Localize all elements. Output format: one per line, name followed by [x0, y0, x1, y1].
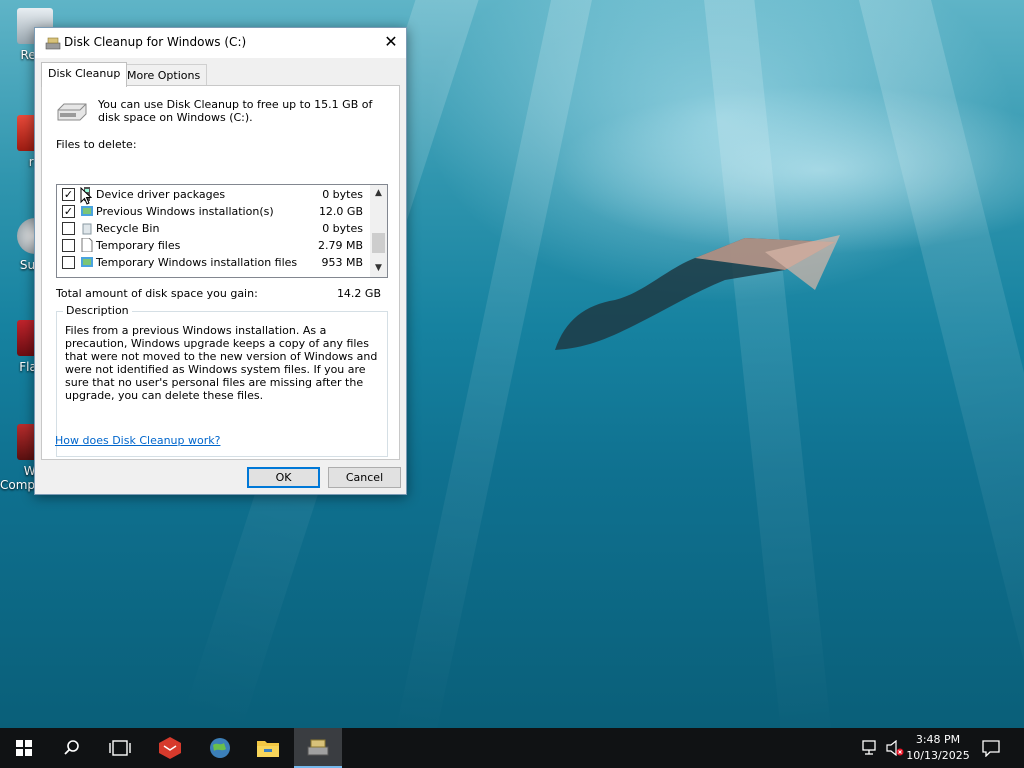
scroll-thumb[interactable]: [372, 233, 385, 253]
clock-time[interactable]: 3:48 PM: [906, 733, 970, 746]
checkbox[interactable]: [62, 222, 75, 235]
files-list[interactable]: ✓ Device driver packages 0 bytes ✓ Previ…: [56, 184, 388, 278]
recycle-bin-icon: [82, 223, 92, 235]
network-icon[interactable]: [862, 740, 880, 756]
dialog-title: Disk Cleanup for Windows (C:): [64, 35, 247, 49]
file-name: Temporary Windows installation files: [96, 256, 298, 269]
help-link[interactable]: How does Disk Cleanup work?: [55, 434, 220, 447]
files-scrollbar[interactable]: ▲ ▼: [370, 185, 387, 277]
list-item[interactable]: ✓ Previous Windows installation(s) 12.0 …: [57, 203, 371, 220]
hard-drive-icon: [57, 103, 87, 121]
disk-cleanup-dialog: Disk Cleanup for Windows (C:) ✕ Disk Cle…: [34, 27, 407, 495]
close-button[interactable]: ✕: [376, 28, 406, 58]
checkbox[interactable]: [62, 256, 75, 269]
checkbox[interactable]: [62, 239, 75, 252]
file-size: 12.0 GB: [318, 205, 363, 218]
mouse-cursor-icon: [80, 187, 92, 205]
folder-icon: [257, 741, 279, 757]
taskbar-disk-cleanup[interactable]: [294, 728, 342, 768]
clock-date[interactable]: 10/13/2025: [906, 749, 970, 762]
globe-icon: [210, 738, 230, 758]
check-icon: ✓: [63, 205, 74, 218]
windows-install-icon: [81, 257, 93, 267]
file-name: Temporary files: [96, 239, 181, 252]
windows-logo-icon: [16, 740, 32, 756]
ok-button[interactable]: OK: [247, 467, 320, 488]
scroll-down-icon[interactable]: ▼: [370, 260, 387, 277]
file-size: 953 MB: [321, 256, 363, 269]
list-item[interactable]: Temporary Windows installation files 953…: [57, 254, 371, 271]
check-icon: ✓: [63, 188, 74, 201]
description-text: Files from a previous Windows installati…: [65, 324, 378, 402]
diver-image: [555, 235, 840, 350]
list-item[interactable]: ✓ Device driver packages 0 bytes: [57, 186, 371, 203]
checkbox[interactable]: ✓: [62, 205, 75, 218]
files-to-delete-label: Files to delete:: [56, 138, 137, 151]
action-center-icon[interactable]: [982, 739, 1000, 757]
volume-muted-icon[interactable]: [886, 740, 904, 756]
windows-install-icon: [81, 206, 93, 216]
disk-cleanup-icon: [307, 739, 329, 756]
app-red-icon: [159, 737, 181, 759]
taskbar-file-explorer[interactable]: [244, 728, 292, 768]
task-view-button[interactable]: [96, 728, 144, 768]
start-button[interactable]: [0, 728, 48, 768]
file-size: 2.79 MB: [317, 239, 363, 252]
tab-panel: You can use Disk Cleanup to free up to 1…: [41, 85, 400, 460]
search-icon: [64, 740, 79, 755]
taskbar: 3:48 PM 10/13/2025: [0, 728, 1024, 768]
tab-more-options[interactable]: More Options: [120, 64, 208, 86]
search-button[interactable]: [48, 728, 96, 768]
task-view-icon: [109, 740, 131, 756]
file-icon: [81, 238, 93, 252]
scroll-up-icon[interactable]: ▲: [370, 185, 387, 202]
file-name: Previous Windows installation(s): [96, 205, 274, 218]
file-size: 0 bytes: [322, 188, 363, 201]
description-title: Description: [63, 304, 132, 317]
total-gain-label: Total amount of disk space you gain:: [56, 287, 258, 300]
file-size: 0 bytes: [322, 222, 363, 235]
file-name: Device driver packages: [96, 188, 226, 201]
taskbar-app-globe[interactable]: [196, 728, 244, 768]
cancel-button[interactable]: Cancel: [328, 467, 401, 488]
list-item[interactable]: Recycle Bin 0 bytes: [57, 220, 371, 237]
file-name: Recycle Bin: [96, 222, 160, 235]
checkbox[interactable]: ✓: [62, 188, 75, 201]
list-item[interactable]: Temporary files 2.79 MB: [57, 237, 371, 254]
title-bar[interactable]: Disk Cleanup for Windows (C:) ✕: [35, 28, 406, 58]
total-gain-value: 14.2 GB: [336, 287, 381, 300]
tab-disk-cleanup[interactable]: Disk Cleanup: [41, 62, 128, 87]
disk-cleanup-icon: [45, 37, 61, 50]
taskbar-app-red[interactable]: [146, 728, 194, 768]
close-icon: ✕: [384, 32, 398, 51]
intro-text: You can use Disk Cleanup to free up to 1…: [98, 98, 373, 124]
